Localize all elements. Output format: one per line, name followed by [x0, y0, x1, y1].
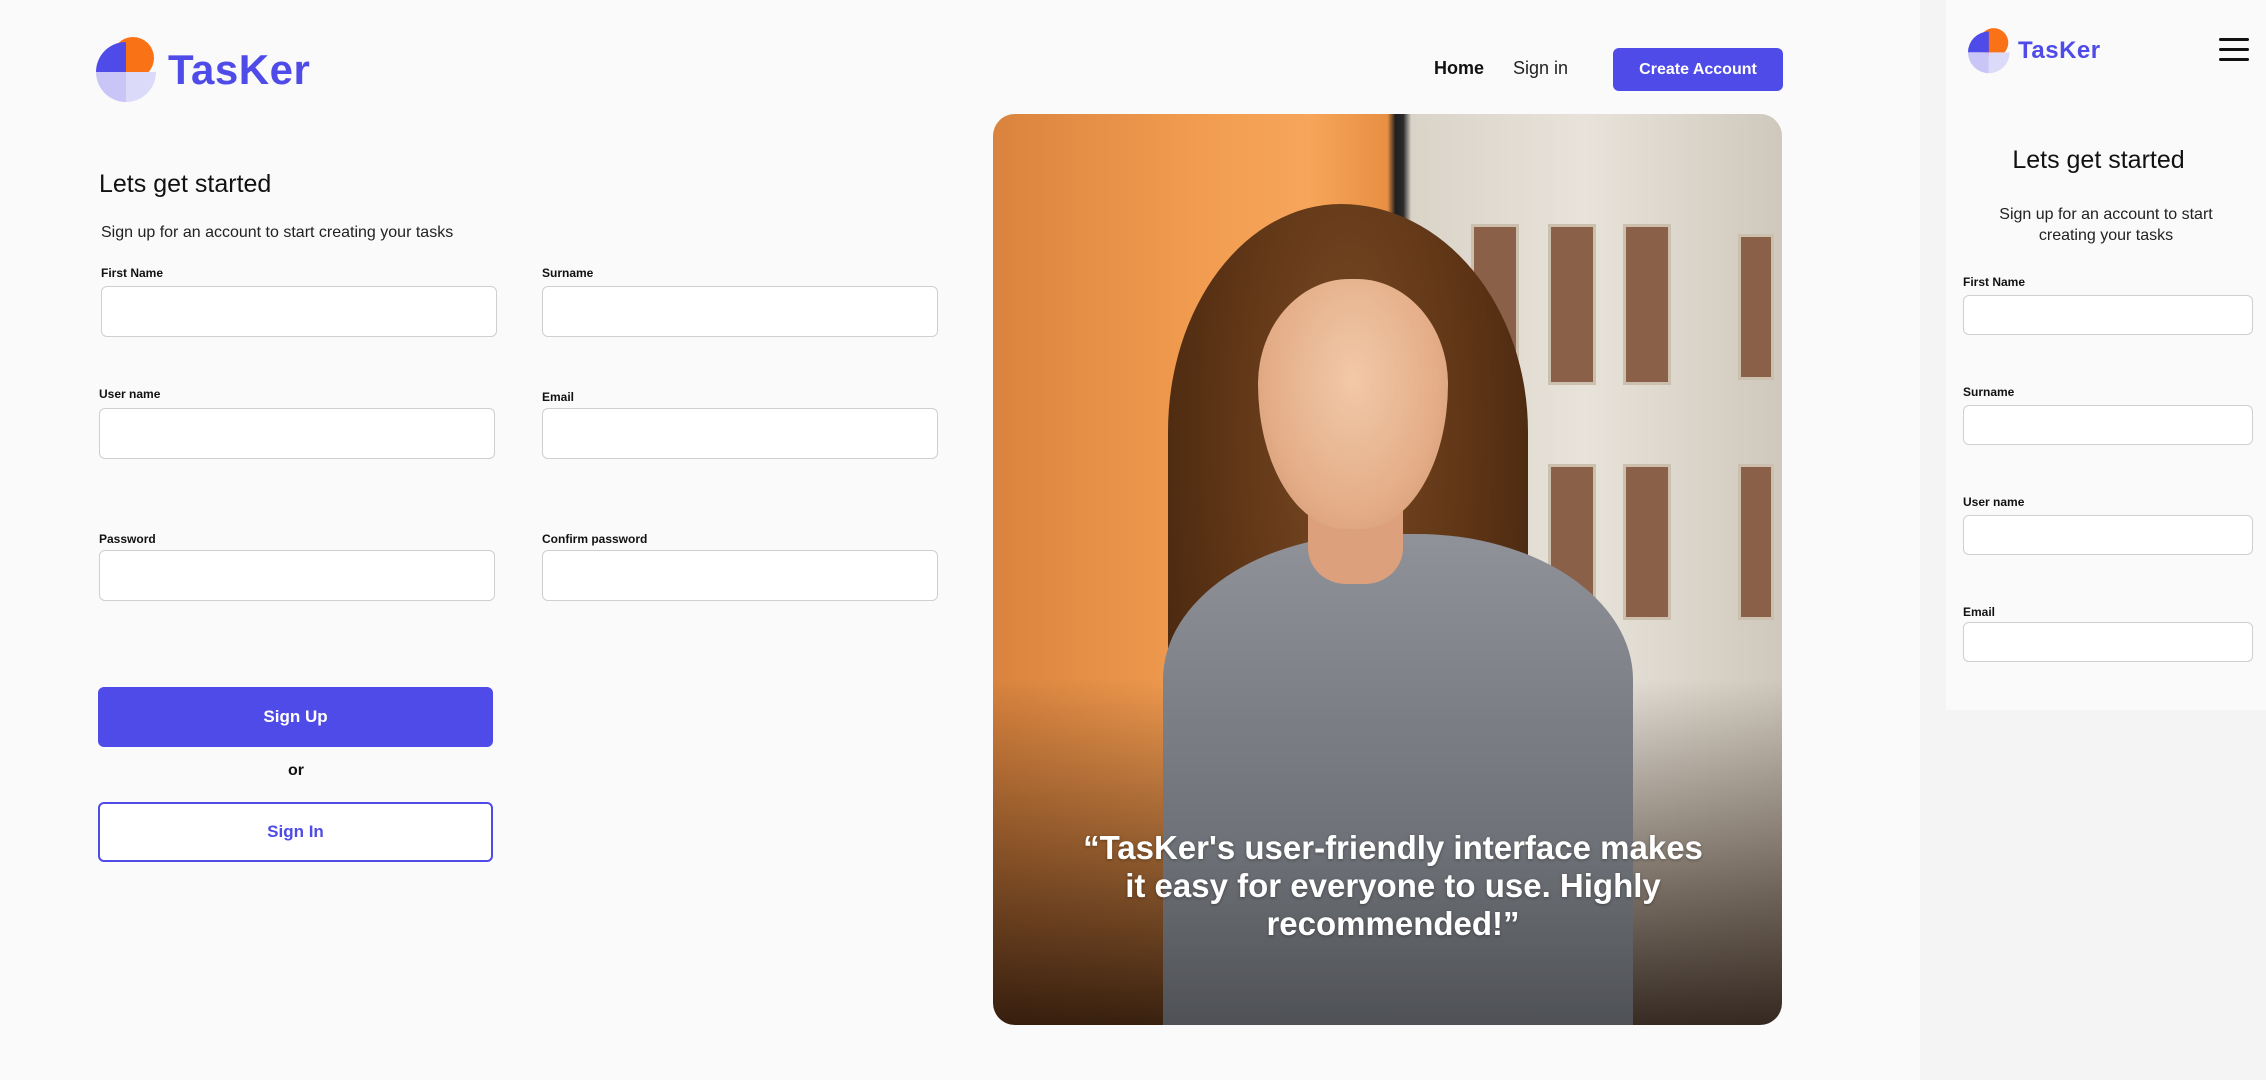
- building-window: [1738, 464, 1774, 620]
- desktop-view: TasKer Home Sign in Create Account Lets …: [0, 0, 1920, 1080]
- mobile-brand-logo[interactable]: TasKer: [1968, 26, 2101, 76]
- testimonial-photo: “TasKer's user-friendly interface makes …: [993, 114, 1782, 1025]
- brand-name: TasKer: [168, 46, 311, 93]
- mobile-page-subtitle: Sign up for an account to start creating…: [1999, 206, 2213, 244]
- mobile-surname-label: Surname: [1963, 385, 2015, 399]
- or-divider-text: or: [288, 762, 304, 779]
- username-input[interactable]: [99, 408, 495, 459]
- building-window: [1548, 224, 1596, 385]
- password-input[interactable]: [99, 550, 495, 601]
- surname-label: Surname: [542, 266, 594, 280]
- nav-home-link[interactable]: Home: [1434, 58, 1484, 79]
- create-account-button[interactable]: Create Account: [1613, 48, 1783, 91]
- sign-up-button[interactable]: Sign Up: [98, 687, 493, 747]
- building-window: [1738, 234, 1774, 380]
- page-subtitle: Sign up for an account to start creating…: [101, 224, 454, 241]
- mobile-view: TasKer Lets get started Sign up for an a…: [1946, 0, 2266, 710]
- username-label: User name: [99, 387, 161, 401]
- mobile-page-title: Lets get started: [2012, 146, 2185, 174]
- first-name-input[interactable]: [101, 286, 497, 337]
- email-label: Email: [542, 390, 575, 404]
- nav-signin-link[interactable]: Sign in: [1513, 58, 1568, 79]
- mobile-email-label: Email: [1963, 605, 1996, 619]
- building-window: [1623, 224, 1671, 385]
- tasker-logo-icon: [1968, 28, 2010, 74]
- hamburger-menu-icon[interactable]: [2219, 38, 2249, 62]
- confirm-password-label: Confirm password: [542, 532, 648, 546]
- mobile-username-label: User name: [1963, 495, 2025, 509]
- mobile-first-name-input[interactable]: [1963, 295, 2253, 335]
- person-jacket: [1163, 534, 1633, 1025]
- password-label: Password: [99, 532, 156, 546]
- email-input[interactable]: [542, 408, 938, 459]
- mobile-surname-input[interactable]: [1963, 405, 2253, 445]
- testimonial-quote: “TasKer's user-friendly interface makes …: [1083, 829, 1703, 942]
- page-title: Lets get started: [99, 170, 272, 198]
- sign-in-button[interactable]: Sign In: [98, 802, 493, 862]
- tasker-logo-icon: [96, 37, 156, 102]
- brand-logo[interactable]: TasKer: [96, 34, 310, 106]
- mobile-username-input[interactable]: [1963, 515, 2253, 555]
- confirm-password-input[interactable]: [542, 550, 938, 601]
- mobile-first-name-label: First Name: [1963, 275, 2026, 289]
- building-window: [1623, 464, 1671, 620]
- first-name-label: First Name: [101, 266, 164, 280]
- surname-input[interactable]: [542, 286, 938, 337]
- mobile-brand-name: TasKer: [2018, 37, 2101, 64]
- mobile-email-input[interactable]: [1963, 622, 2253, 662]
